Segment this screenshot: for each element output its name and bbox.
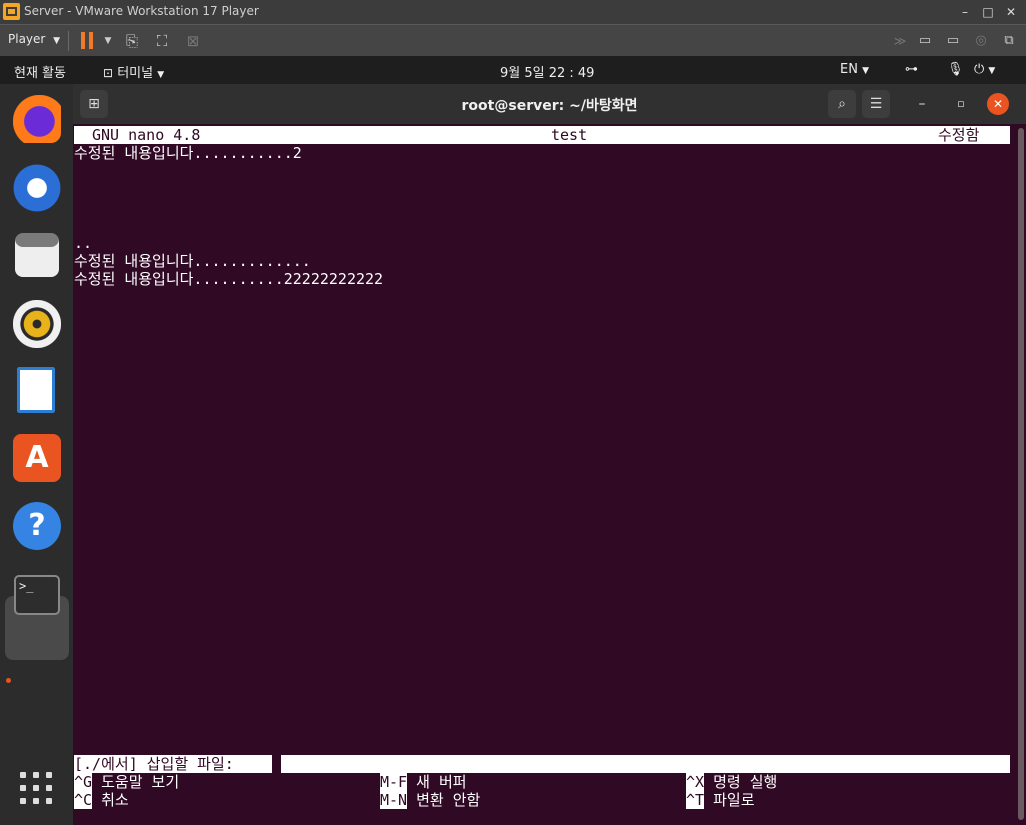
editor-line[interactable]: 수정된 내용입니다..........22222222222: [74, 270, 383, 288]
pause-icon[interactable]: [81, 32, 93, 49]
shortcut-execute[interactable]: ^X 명령 실행: [686, 773, 777, 791]
rhythmbox-icon[interactable]: [13, 300, 61, 348]
chevron-down-icon: ▼: [53, 36, 61, 46]
vmware-title-bar: Server - VMware Workstation 17 Player – …: [0, 0, 1026, 24]
terminal-icon: ⊡: [103, 66, 114, 80]
shortcut-key: ^G: [74, 773, 93, 791]
shortcut-help[interactable]: ^G 도움말 보기: [74, 773, 179, 791]
maximize-button[interactable]: □: [977, 3, 999, 21]
libreoffice-writer-icon[interactable]: [17, 367, 55, 413]
show-applications-icon[interactable]: [20, 772, 54, 806]
app-menu[interactable]: ⊡ 터미널 ▼: [103, 62, 164, 81]
shortcut-key: ^T: [686, 791, 705, 809]
player-menu-label: Player: [8, 32, 46, 46]
shortcut-to-files[interactable]: ^T 파일로: [686, 791, 755, 809]
hamburger-menu-icon[interactable]: ☰: [862, 90, 890, 118]
prompt-input[interactable]: [272, 755, 281, 773]
files-icon[interactable]: [15, 233, 59, 277]
cd-rom-icon[interactable]: ◎: [971, 31, 991, 51]
network-icon[interactable]: ⊶: [905, 62, 918, 77]
terminal-header-bar: ⊞ root@server: ~/바탕화면 ⌕ ☰ – ▫ ✕: [73, 84, 1026, 124]
network-adapter-icon[interactable]: ⧉: [999, 31, 1019, 51]
shortcut-key: ^X: [686, 773, 705, 791]
terminal-icon[interactable]: >_: [14, 575, 60, 615]
vmware-logo-icon: [3, 3, 20, 20]
shortcut-label: 명령 실행: [713, 773, 778, 791]
thunderbird-icon[interactable]: [13, 164, 61, 212]
minimize-button[interactable]: –: [908, 90, 936, 118]
shortcut-key: M-F: [380, 773, 408, 791]
hard-disk-icon[interactable]: ▭: [915, 31, 935, 51]
shortcut-label: 도움말 보기: [101, 773, 180, 791]
power-icon[interactable]: ⏻ ▼: [974, 62, 995, 77]
minimize-button[interactable]: –: [954, 3, 976, 21]
window-title: Server - VMware Workstation 17 Player: [24, 4, 259, 18]
nano-title-bar: GNU nano 4.8 test 수정함: [74, 126, 1010, 144]
editor-line[interactable]: 수정된 내용입니다...........2: [74, 144, 302, 162]
activities-button[interactable]: 현재 활동: [14, 62, 66, 81]
shortcut-key: M-N: [380, 791, 408, 809]
fullscreen-icon[interactable]: ⛶: [152, 31, 172, 51]
toolbar-divider: [68, 31, 69, 51]
shortcut-label: 파일로: [713, 791, 755, 809]
shortcut-key: ^C: [74, 791, 93, 809]
insert-file-prompt[interactable]: [./에서] 삽입할 파일:: [74, 755, 1010, 773]
search-icon[interactable]: ⌕: [828, 90, 856, 118]
scrollbar[interactable]: [1018, 128, 1024, 820]
editor-line[interactable]: ..: [74, 234, 92, 252]
nano-modified-status: 수정함: [938, 126, 980, 144]
vmware-toolbar: Player ▼ ▼ ⎘ ⛶ ⊠ ≫ ▭ ▭ ◎ ⧉: [0, 24, 1026, 56]
terminal-body[interactable]: GNU nano 4.8 test 수정함 수정된 내용입니다.........…: [73, 124, 1026, 825]
shortcut-label: 변환 안함: [416, 791, 481, 809]
prompt-label: [./에서] 삽입할 파일:: [74, 755, 234, 773]
dock: A ? >_: [0, 84, 73, 825]
close-button[interactable]: ✕: [987, 93, 1009, 115]
shortcut-new-buffer[interactable]: M-F 새 버퍼: [380, 773, 467, 791]
running-dot: [6, 678, 11, 683]
hard-disk-icon[interactable]: ▭: [943, 31, 963, 51]
microphone-icon[interactable]: 🎙: [947, 62, 964, 77]
clock[interactable]: 9월 5일 22 : 49: [500, 62, 594, 81]
unity-mode-icon[interactable]: ⊠: [183, 31, 203, 51]
app-menu-label: 터미널: [117, 66, 154, 81]
send-ctrl-alt-del-icon[interactable]: ⎘: [122, 31, 142, 51]
software-icon[interactable]: A: [13, 434, 61, 482]
chevron-down-icon[interactable]: ▼: [98, 31, 118, 51]
close-button[interactable]: ✕: [1000, 3, 1022, 21]
chevron-down-icon: ▼: [157, 70, 165, 80]
nano-version: GNU nano 4.8: [92, 126, 201, 144]
shortcut-label: 새 버퍼: [416, 773, 467, 791]
gnome-top-bar: 현재 활동 ⊡ 터미널 ▼ 9월 5일 22 : 49 EN ▼ ⊶ 🎙 ⏻ ▼: [0, 56, 1026, 84]
maximize-button[interactable]: ▫: [947, 90, 975, 118]
shortcut-no-convert[interactable]: M-N 변환 안함: [380, 791, 480, 809]
language-label: EN: [840, 62, 858, 77]
forward-icon[interactable]: ≫: [890, 31, 910, 51]
language-selector[interactable]: EN ▼: [840, 62, 869, 77]
firefox-icon[interactable]: [13, 95, 61, 143]
nano-filename: test: [551, 126, 588, 144]
editor-line[interactable]: 수정된 내용입니다.............: [74, 252, 311, 270]
help-icon[interactable]: ?: [13, 502, 61, 550]
shortcut-label: 취소: [101, 791, 129, 809]
player-menu-button[interactable]: Player ▼: [8, 32, 60, 46]
shortcut-cancel[interactable]: ^C 취소: [74, 791, 129, 809]
chevron-down-icon: ▼: [862, 66, 870, 76]
